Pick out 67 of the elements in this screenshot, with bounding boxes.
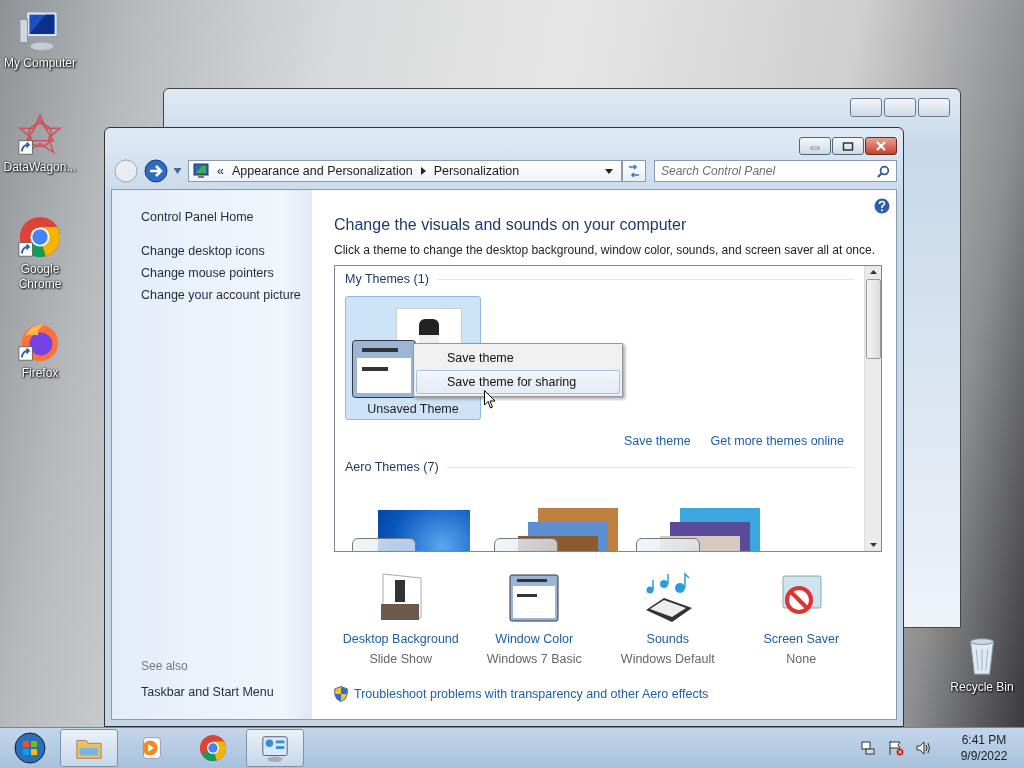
see-also-link[interactable]: Taskbar and Start Menu (141, 685, 274, 699)
windows-logo-icon (14, 732, 46, 764)
sidebar-link[interactable]: Change mouse pointers (141, 266, 274, 280)
desktop-icon-label[interactable]: Recycle Bin (944, 680, 1020, 695)
window-color-icon[interactable] (508, 572, 561, 624)
menu-item[interactable]: Save theme (416, 346, 620, 370)
refresh-icon (626, 164, 642, 178)
theme-link[interactable]: Save theme (623, 434, 691, 448)
clock-date: 9/9/2022 (960, 749, 1008, 763)
refresh-button[interactable] (622, 160, 646, 182)
maximize-icon (842, 141, 854, 151)
menu-item[interactable]: Save theme for sharing (416, 370, 620, 394)
theme-group-heading: Aero Themes (7) (345, 460, 439, 474)
minimize-button[interactable] (799, 137, 831, 155)
circle-icon (114, 159, 138, 183)
breadcrumb-item[interactable]: Appearance and Personalization (231, 164, 413, 178)
monitor-icon (193, 163, 209, 179)
page-heading: Change the visuals and sounds on your computer (334, 216, 687, 234)
scrollbar-thumb[interactable] (865, 279, 881, 359)
speaker-icon[interactable] (916, 740, 932, 756)
theme-link[interactable]: Get more themes online (710, 434, 844, 448)
search-field[interactable]: Search Control Panel (654, 160, 897, 182)
setting-link[interactable]: Sounds (646, 632, 689, 646)
see-also-heading: See also (141, 659, 188, 673)
setting-value: None (786, 652, 817, 666)
mouse-pointer-icon (484, 390, 496, 409)
setting-value: Slide Show (369, 652, 432, 666)
address-bar[interactable]: « Appearance and Personalization Personalization (188, 160, 622, 182)
close-icon (875, 141, 887, 151)
star-logo-icon[interactable] (17, 112, 63, 158)
setting-value: Windows Default (620, 652, 715, 666)
breadcrumb-item[interactable]: Personalization (433, 164, 520, 178)
minimize-button[interactable] (850, 98, 882, 117)
history-dropdown-icon[interactable] (173, 168, 182, 174)
chrome-icon (198, 733, 228, 763)
chrome-icon[interactable] (17, 214, 63, 260)
clock[interactable]: 6:41 PM 9/9/2022 (950, 733, 1018, 763)
taskbar-button[interactable] (60, 729, 118, 767)
troubleshoot-link[interactable]: Troubleshoot problems with transparency and other Aero effects (354, 687, 709, 701)
scroll-down-icon[interactable] (869, 543, 877, 547)
flag-icon[interactable] (888, 740, 904, 756)
forward-button[interactable] (143, 158, 169, 184)
breadcrumb-arrow-icon[interactable] (420, 167, 426, 175)
sidebar-link[interactable]: Change your account picture (141, 288, 301, 302)
setting-value: Windows 7 Basic (486, 652, 582, 666)
search-icon[interactable] (877, 165, 890, 178)
sidebar-link[interactable]: Change desktop icons (141, 244, 265, 258)
setting-link[interactable]: Desktop Background (342, 632, 459, 646)
setting-link[interactable]: Screen Saver (763, 632, 840, 646)
arrow-right-icon (144, 159, 168, 183)
window-color-swatch-icon (352, 340, 416, 398)
page-description: Click a theme to change the desktop background, window color, sounds, and screen saver all at once. (334, 243, 876, 257)
taskbar-button[interactable] (246, 729, 304, 767)
maximize-button[interactable] (832, 137, 864, 155)
control-panel-icon (260, 733, 290, 763)
help-icon[interactable] (874, 198, 890, 214)
shield-icon (334, 686, 348, 702)
scroll-up-icon[interactable] (869, 270, 877, 274)
network-icon[interactable] (860, 740, 876, 756)
sidebar-link[interactable]: Control Panel Home (141, 210, 254, 224)
theme-group-heading: My Themes (1) (345, 272, 429, 286)
breadcrumb-overflow[interactable]: « (217, 164, 224, 178)
dropdown-arrow-icon[interactable] (605, 168, 613, 174)
setting-link[interactable]: Window Color (495, 632, 574, 646)
scrollbar[interactable] (864, 266, 881, 551)
close-button[interactable] (865, 137, 897, 155)
clock-time: 6:41 PM (961, 733, 1007, 747)
